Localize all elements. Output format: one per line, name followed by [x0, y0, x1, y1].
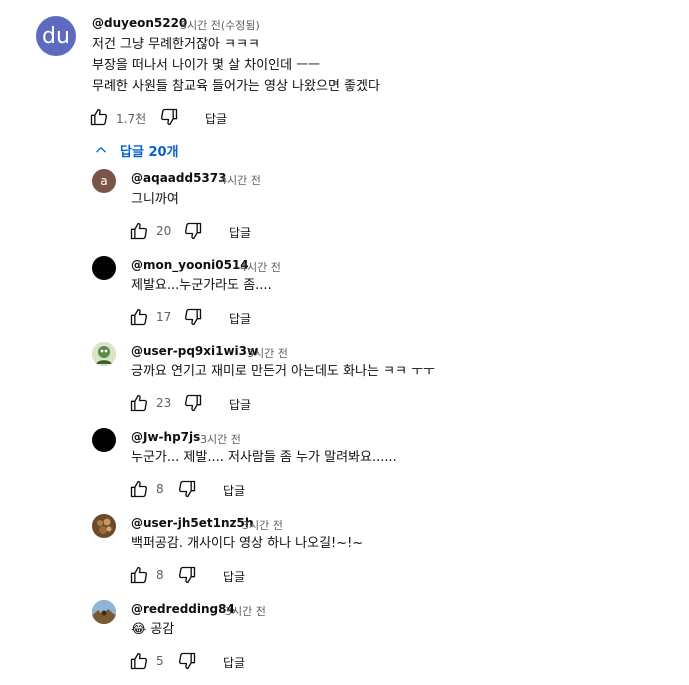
- thumbs-up-icon: [90, 108, 108, 126]
- reply-time[interactable]: 4시간 전: [220, 172, 261, 188]
- thumbs-down-icon: [184, 308, 202, 326]
- reply-text: 긍까요 연기고 재미로 만든거 아는데도 화나는 ㅋㅋ ㅜㅜ: [131, 364, 436, 379]
- reply-text: 누군가... 제발.... 저사람들 좀 누가 말려봐요......: [131, 450, 397, 465]
- reply-reply-button[interactable]: 답글: [223, 654, 245, 671]
- thumbs-up-icon: [130, 652, 148, 670]
- reply-reply-button[interactable]: 답글: [229, 224, 251, 241]
- thumbs-down-icon: [178, 566, 196, 584]
- reply-avatar[interactable]: [92, 514, 116, 538]
- thumbs-down-icon: [160, 108, 178, 126]
- reply-avatar[interactable]: a: [92, 169, 116, 193]
- reply-like-count: 17: [156, 310, 172, 324]
- reply-like-count: 20: [156, 224, 172, 238]
- reply-like-button[interactable]: [128, 650, 150, 672]
- avatar-initials: du: [42, 23, 70, 49]
- reply-avatar[interactable]: [92, 342, 116, 366]
- reply-time[interactable]: 3시간 전: [247, 345, 288, 361]
- thumbs-up-icon: [130, 394, 148, 412]
- thumbs-down-icon: [178, 480, 196, 498]
- reply-like-button[interactable]: [128, 306, 150, 328]
- main-comment-avatar[interactable]: du: [36, 16, 76, 56]
- thumbs-down-icon: [178, 652, 196, 670]
- reply-like-button[interactable]: [128, 478, 150, 500]
- reply-dislike-button[interactable]: [182, 220, 204, 242]
- reply-time[interactable]: 3시간 전: [242, 517, 283, 533]
- reply-like-button[interactable]: [128, 564, 150, 586]
- reply-reply-button[interactable]: 답글: [229, 310, 251, 327]
- reply-time[interactable]: 3시간 전: [200, 431, 241, 447]
- reply-reply-button[interactable]: 답글: [223, 482, 245, 499]
- reply-avatar[interactable]: [92, 600, 116, 624]
- reply-like-count: 8: [156, 568, 164, 582]
- chevron-up-icon: [96, 147, 106, 153]
- reply-text: 그니까여: [131, 192, 179, 207]
- reply-like-button[interactable]: [128, 392, 150, 414]
- avatar-image-icon: [92, 600, 116, 624]
- reply-dislike-button[interactable]: [176, 478, 198, 500]
- main-comment-handle[interactable]: @duyeon5220: [92, 16, 187, 30]
- reply-time[interactable]: 3시간 전: [225, 603, 266, 619]
- thumbs-up-icon: [130, 222, 148, 240]
- reply-like-count: 23: [156, 396, 172, 410]
- reply-dislike-button[interactable]: [182, 306, 204, 328]
- reply-dislike-button[interactable]: [176, 564, 198, 586]
- reply-reply-button[interactable]: 답글: [223, 568, 245, 585]
- main-like-button[interactable]: [88, 106, 110, 128]
- avatar-image-icon: [92, 342, 116, 366]
- reply-dislike-button[interactable]: [182, 392, 204, 414]
- replies-toggle-label: 답글 20개: [120, 144, 179, 160]
- main-comment-time[interactable]: 5시간 전(수정됨): [180, 17, 260, 33]
- thumbs-up-icon: [130, 480, 148, 498]
- thumbs-up-icon: [130, 308, 148, 326]
- reply-like-button[interactable]: [128, 220, 150, 242]
- reply-avatar[interactable]: [92, 256, 116, 280]
- avatar-initials: a: [100, 174, 108, 188]
- reply-text: 😂 공감: [131, 622, 175, 637]
- reply-handle[interactable]: @user-pq9xi1wi3w: [131, 344, 258, 358]
- main-like-count: 1.7천: [116, 112, 147, 126]
- reply-reply-button[interactable]: 답글: [229, 396, 251, 413]
- thumbs-down-icon: [184, 394, 202, 412]
- reply-handle[interactable]: @redredding84: [131, 602, 235, 616]
- avatar-image-icon: [92, 514, 116, 538]
- reply-avatar[interactable]: [92, 428, 116, 452]
- reply-like-count: 5: [156, 654, 164, 668]
- main-dislike-button[interactable]: [158, 106, 180, 128]
- reply-handle[interactable]: @mon_yooni0514: [131, 258, 249, 272]
- thumbs-down-icon: [184, 222, 202, 240]
- reply-handle[interactable]: @user-jh5et1nz5h: [131, 516, 253, 530]
- reply-like-count: 8: [156, 482, 164, 496]
- replies-toggle-button[interactable]: 답글 20개: [94, 140, 179, 160]
- main-reply-button[interactable]: 답글: [205, 110, 227, 127]
- reply-text: 제발요...누군가라도 좀....: [131, 278, 272, 293]
- reply-handle[interactable]: @Jw-hp7js: [131, 430, 200, 444]
- reply-text: 백퍼공감. 개사이다 영상 하나 나오길!~!~: [131, 536, 364, 551]
- main-comment-line-3: 무례한 사원들 참교육 들어가는 영상 나왔으면 좋겠다: [92, 79, 380, 94]
- main-comment-line-1: 저건 그냥 무례한거잖아 ㅋㅋㅋ: [92, 37, 260, 52]
- reply-dislike-button[interactable]: [176, 650, 198, 672]
- thumbs-up-icon: [130, 566, 148, 584]
- main-comment-line-2: 부장을 떠나서 나이가 몇 살 차이인데 ㅡㅡ: [92, 58, 321, 73]
- reply-handle[interactable]: @aqaadd5373: [131, 171, 226, 185]
- reply-time[interactable]: 4시간 전: [240, 259, 281, 275]
